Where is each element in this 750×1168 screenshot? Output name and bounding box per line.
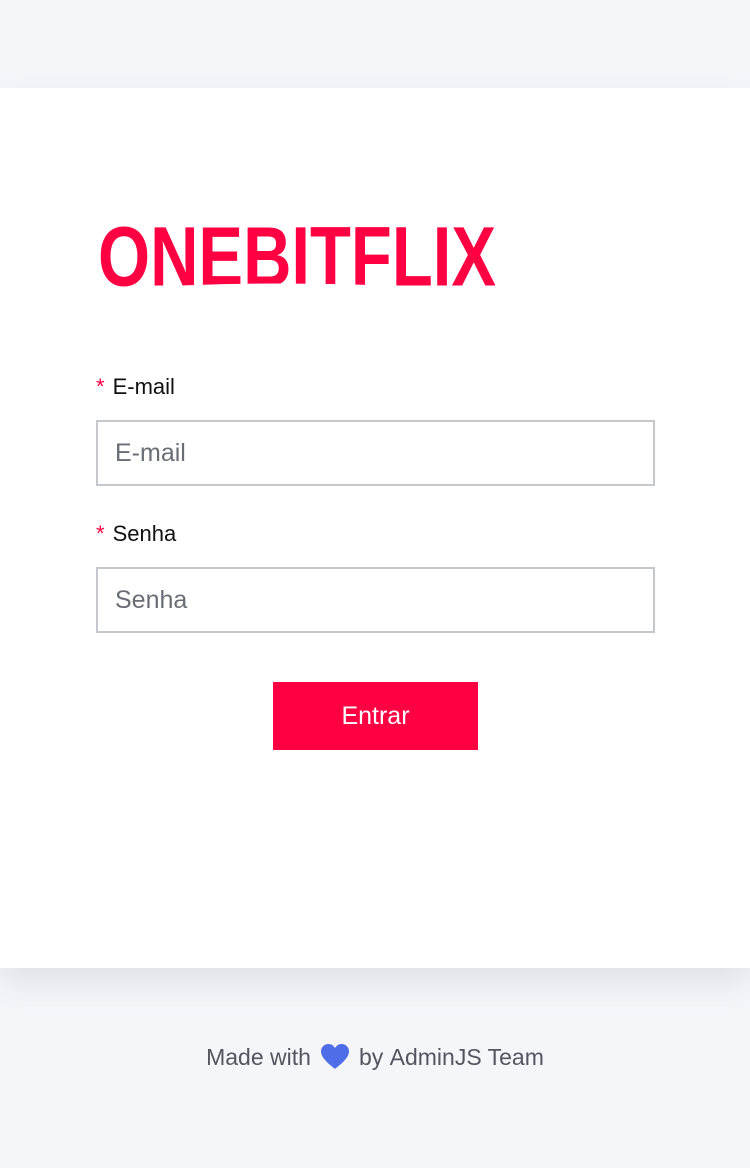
footer-team[interactable]: AdminJS Team	[390, 1044, 544, 1070]
footer-by: by	[358, 1043, 384, 1070]
brand-logo: ONEBITFLIX	[96, 208, 498, 294]
footer: Made with by AdminJS Team	[0, 1038, 750, 1074]
email-label: * E-mail	[96, 374, 175, 400]
footer-made-with: Made with	[206, 1043, 311, 1070]
password-label: * Senha	[96, 521, 176, 547]
required-marker: *	[96, 521, 105, 546]
logo-text: ONEBITFLIX	[98, 209, 496, 294]
password-input[interactable]	[96, 567, 655, 633]
login-card: ONEBITFLIX * E-mail * Senha Entrar	[0, 88, 750, 968]
top-background	[0, 0, 750, 88]
required-marker: *	[96, 374, 105, 399]
login-button[interactable]: Entrar	[273, 682, 478, 750]
email-label-text: E-mail	[112, 374, 175, 399]
email-input[interactable]	[96, 420, 655, 486]
heart-icon	[320, 1044, 349, 1070]
password-label-text: Senha	[112, 521, 177, 546]
